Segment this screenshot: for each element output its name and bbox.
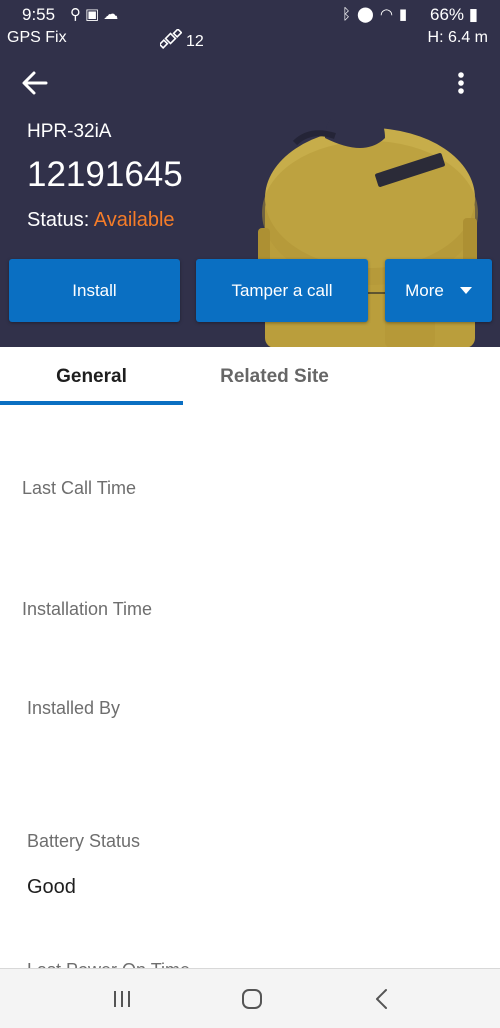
last-call-time-label: Last Call Time xyxy=(22,478,137,498)
satellite-icon xyxy=(158,27,183,50)
system-icons: ᛒ⬤◠▮ xyxy=(342,5,413,23)
image-icon: ▣ xyxy=(85,6,104,23)
back-button[interactable] xyxy=(18,66,52,100)
more-vertical-icon xyxy=(458,72,464,94)
more-actions-button[interactable]: More xyxy=(385,259,492,322)
status-value: Available xyxy=(93,209,175,231)
installation-time-label: Installation Time xyxy=(22,599,153,619)
wifi-icon: ◠ xyxy=(379,6,399,23)
device-status: Status: Available xyxy=(27,209,175,232)
device-serial: 12191645 xyxy=(27,155,183,194)
system-navigation-bar xyxy=(0,968,500,1028)
system-back-button[interactable] xyxy=(362,983,402,1015)
height-readout: H: 6.4 m xyxy=(427,29,488,46)
device-model: HPR-32iA xyxy=(27,121,112,142)
home-button[interactable] xyxy=(232,983,272,1015)
gps-fix-label: GPS Fix xyxy=(7,29,67,46)
satellite-count-value: 12 xyxy=(186,33,204,50)
notification-icons: ⚲▣☁ xyxy=(70,5,122,23)
battery-status-value: Good xyxy=(27,876,76,898)
tamper-call-button[interactable]: Tamper a call xyxy=(196,259,368,322)
device-header: 9:55 ⚲▣☁ ᛒ⬤◠▮ 66% ▮ GPS Fix 12 H: 6.4 m xyxy=(0,0,500,347)
tab-general[interactable]: General xyxy=(0,347,183,407)
recents-button[interactable] xyxy=(102,983,142,1015)
battery-status-label: Battery Status xyxy=(27,831,141,851)
battery-percent: 66% xyxy=(430,5,465,24)
tab-bar: General Related Site xyxy=(0,347,500,407)
bluetooth-icon: ᛒ xyxy=(342,6,358,23)
gps-status-bar: GPS Fix 12 H: 6.4 m xyxy=(0,27,500,51)
signal-icon: ▮ xyxy=(398,6,414,23)
status-label: Status: xyxy=(27,209,94,231)
active-tab-indicator xyxy=(0,401,183,405)
tab-related-site-label: Related Site xyxy=(220,366,329,387)
caret-down-icon xyxy=(459,287,472,294)
install-button[interactable]: Install xyxy=(9,259,180,322)
usb-icon: ⚲ xyxy=(70,6,85,23)
tab-related-site[interactable]: Related Site xyxy=(183,347,366,407)
install-button-label: Install xyxy=(72,280,117,300)
more-button-label: More xyxy=(405,280,444,300)
overflow-menu-button[interactable] xyxy=(448,68,474,100)
arrow-left-icon xyxy=(22,71,48,95)
recents-icon xyxy=(114,991,130,1007)
tamper-call-button-label: Tamper a call xyxy=(231,280,333,300)
location-icon: ⬤ xyxy=(357,6,380,23)
cloud-icon: ☁ xyxy=(103,6,123,23)
satellite-count: 12 xyxy=(158,27,204,51)
installed-by-label: Installed By xyxy=(27,698,121,718)
tab-general-label: General xyxy=(56,366,127,387)
system-status-bar: 9:55 ⚲▣☁ ᛒ⬤◠▮ 66% ▮ xyxy=(0,0,500,30)
battery-indicator: 66% ▮ xyxy=(430,5,478,25)
clock: 9:55 xyxy=(22,5,56,24)
home-icon xyxy=(242,989,262,1009)
battery-icon: ▮ xyxy=(468,5,479,24)
chevron-left-icon xyxy=(376,989,387,1009)
